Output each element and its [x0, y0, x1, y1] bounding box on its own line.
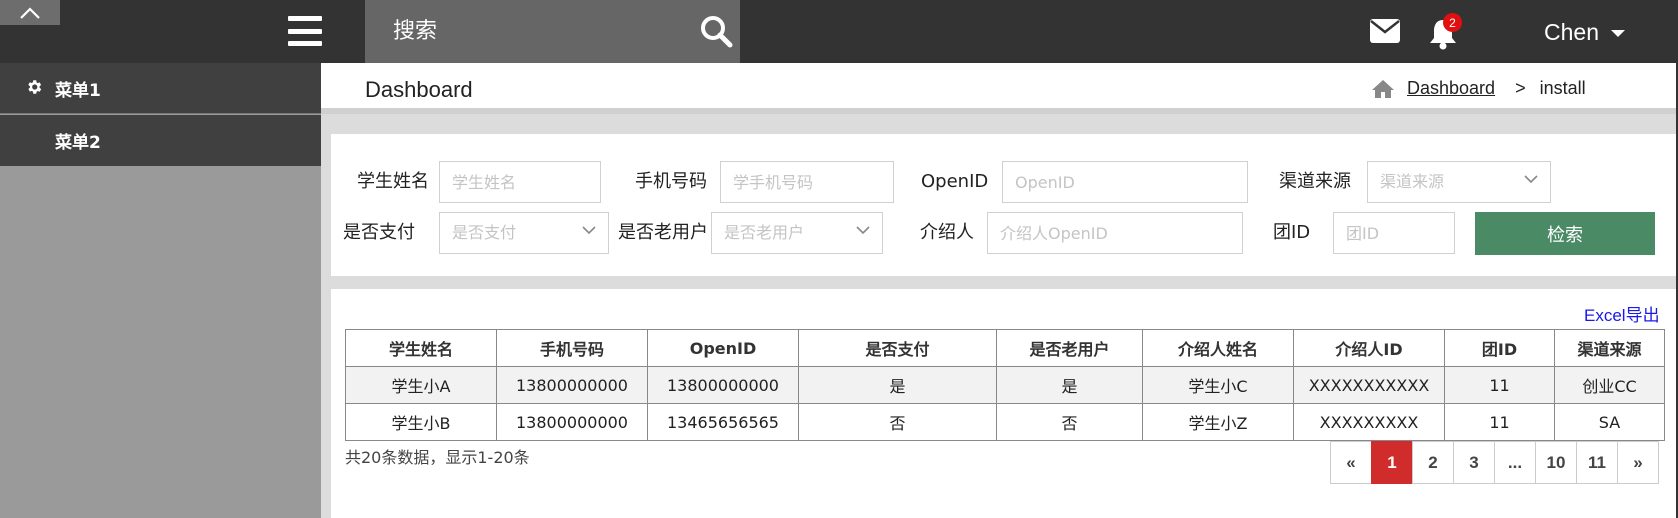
page-header: Dashboard Dashboard > install [321, 63, 1678, 114]
column-header: OpenID [647, 329, 799, 367]
search-button[interactable]: 检索 [1475, 212, 1655, 255]
table-cell: 学生小C [1142, 366, 1294, 404]
chevron-down-icon [1524, 175, 1538, 184]
table-row: 学生小B 13800000000 13465656565 否 否 学生小Z XX… [345, 403, 1665, 441]
notifications-button[interactable]: 2 [1428, 13, 1462, 50]
column-header: 是否支付 [798, 329, 997, 367]
pagination-page-2[interactable]: 2 [1412, 441, 1454, 484]
table-cell: 13800000000 [647, 366, 799, 404]
excel-export-link[interactable]: Excel导出 [1584, 301, 1660, 326]
student-name-label: 学生姓名 [357, 171, 429, 192]
hamburger-icon-line [288, 28, 322, 34]
chevron-down-icon [582, 226, 596, 235]
table-cell: 是 [798, 366, 997, 404]
table-cell: 13800000000 [496, 366, 648, 404]
gear-icon [28, 80, 42, 94]
channel-select[interactable]: 渠道来源 [1367, 161, 1551, 203]
phone-input[interactable] [720, 161, 894, 203]
home-icon [1372, 79, 1394, 98]
notification-count-badge: 2 [1443, 13, 1462, 32]
menu-toggle-button[interactable] [288, 16, 322, 46]
pagination-page-11[interactable]: 11 [1576, 441, 1618, 484]
table-cell: XXXXXXXXX [1293, 403, 1445, 441]
results-table: 学生姓名 手机号码 OpenID 是否支付 是否老用户 介绍人姓名 介绍人ID … [345, 329, 1665, 441]
old-user-select-value: 是否老用户 [724, 223, 805, 242]
pagination: « 1 2 3 ... 10 11 » [1330, 441, 1659, 484]
sidebar-item-menu2[interactable]: 菜单2 [0, 115, 321, 166]
pagination-ellipsis: ... [1494, 441, 1536, 484]
channel-label: 渠道来源 [1279, 171, 1351, 192]
column-header: 介绍人姓名 [1142, 329, 1294, 367]
sidebar-item-label: 菜单2 [55, 133, 101, 153]
pagination-page-3[interactable]: 3 [1453, 441, 1495, 484]
global-search-input[interactable] [365, 0, 665, 63]
old-user-select[interactable]: 是否老用户 [711, 212, 883, 254]
filter-form: 学生姓名 手机号码 OpenID 渠道来源 渠道来源 是否支付 是否支付 是否老… [331, 134, 1676, 276]
table-cell: SA [1554, 403, 1665, 441]
table-cell: 是 [996, 366, 1143, 404]
table-cell: 13465656565 [647, 403, 799, 441]
column-header: 学生姓名 [345, 329, 497, 367]
phone-label: 手机号码 [635, 171, 707, 192]
mail-icon[interactable] [1370, 19, 1400, 43]
table-cell: 学生小B [345, 403, 497, 441]
sidebar: 菜单1 菜单2 [0, 63, 321, 518]
user-name: Chen [1544, 18, 1599, 45]
paid-label: 是否支付 [343, 222, 415, 243]
referrer-label: 介绍人 [920, 222, 974, 243]
table-header-row: 学生姓名 手机号码 OpenID 是否支付 是否老用户 介绍人姓名 介绍人ID … [345, 329, 1665, 367]
pagination-page-1[interactable]: 1 [1371, 441, 1413, 484]
table-cell: 学生小Z [1142, 403, 1294, 441]
table-cell: 否 [798, 403, 997, 441]
openid-input[interactable] [1002, 161, 1248, 203]
column-header: 渠道来源 [1554, 329, 1665, 367]
paid-select-value: 是否支付 [452, 223, 517, 242]
sidebar-item-menu1[interactable]: 菜单1 [0, 63, 321, 114]
student-name-input[interactable] [439, 161, 601, 203]
hamburger-icon-line [288, 41, 322, 46]
table-cell: 创业CC [1554, 366, 1665, 404]
column-header: 介绍人ID [1293, 329, 1445, 367]
pagination-prev-button[interactable]: « [1330, 441, 1372, 484]
sidebar-item-label: 菜单1 [55, 80, 101, 101]
openid-label: OpenID [921, 171, 989, 192]
chevron-down-icon [856, 226, 870, 235]
referrer-openid-input[interactable] [987, 212, 1243, 254]
column-header: 团ID [1444, 329, 1555, 367]
search-icon[interactable] [699, 14, 733, 48]
group-id-input[interactable] [1333, 212, 1455, 254]
channel-select-value: 渠道来源 [1380, 172, 1445, 191]
table-cell: 13800000000 [496, 403, 648, 441]
top-navbar: 2 Chen [0, 0, 1678, 63]
column-header: 是否老用户 [996, 329, 1143, 367]
column-header: 手机号码 [496, 329, 648, 367]
page-title: Dashboard [365, 77, 473, 102]
breadcrumb-current: install [1539, 78, 1586, 98]
user-menu-dropdown[interactable]: Chen [1544, 16, 1625, 48]
table-cell: XXXXXXXXXXX [1293, 366, 1445, 404]
table-row: 学生小A 13800000000 13800000000 是 是 学生小C XX… [345, 366, 1665, 404]
breadcrumb-home-link[interactable]: Dashboard [1407, 78, 1495, 99]
caret-down-icon [1610, 30, 1625, 37]
breadcrumb: Dashboard > install [1371, 78, 1586, 99]
breadcrumb-separator: > [1515, 78, 1526, 98]
group-id-label: 团ID [1273, 222, 1311, 243]
chevron-up-icon [20, 6, 40, 19]
results-summary: 共20条数据，显示1-20条 [345, 448, 530, 467]
collapse-toggle[interactable] [0, 0, 60, 25]
pagination-page-10[interactable]: 10 [1535, 441, 1577, 484]
table-cell: 学生小A [345, 366, 497, 404]
table-cell: 11 [1444, 366, 1555, 404]
results-panel: Excel导出 学生姓名 手机号码 OpenID 是否支付 是否老用户 介绍人姓… [331, 289, 1676, 518]
pagination-next-button[interactable]: » [1617, 441, 1659, 484]
table-cell: 否 [996, 403, 1143, 441]
global-search [365, 0, 740, 63]
old-user-label: 是否老用户 [618, 222, 708, 243]
paid-select[interactable]: 是否支付 [439, 212, 609, 254]
table-cell: 11 [1444, 403, 1555, 441]
hamburger-icon [288, 16, 322, 21]
